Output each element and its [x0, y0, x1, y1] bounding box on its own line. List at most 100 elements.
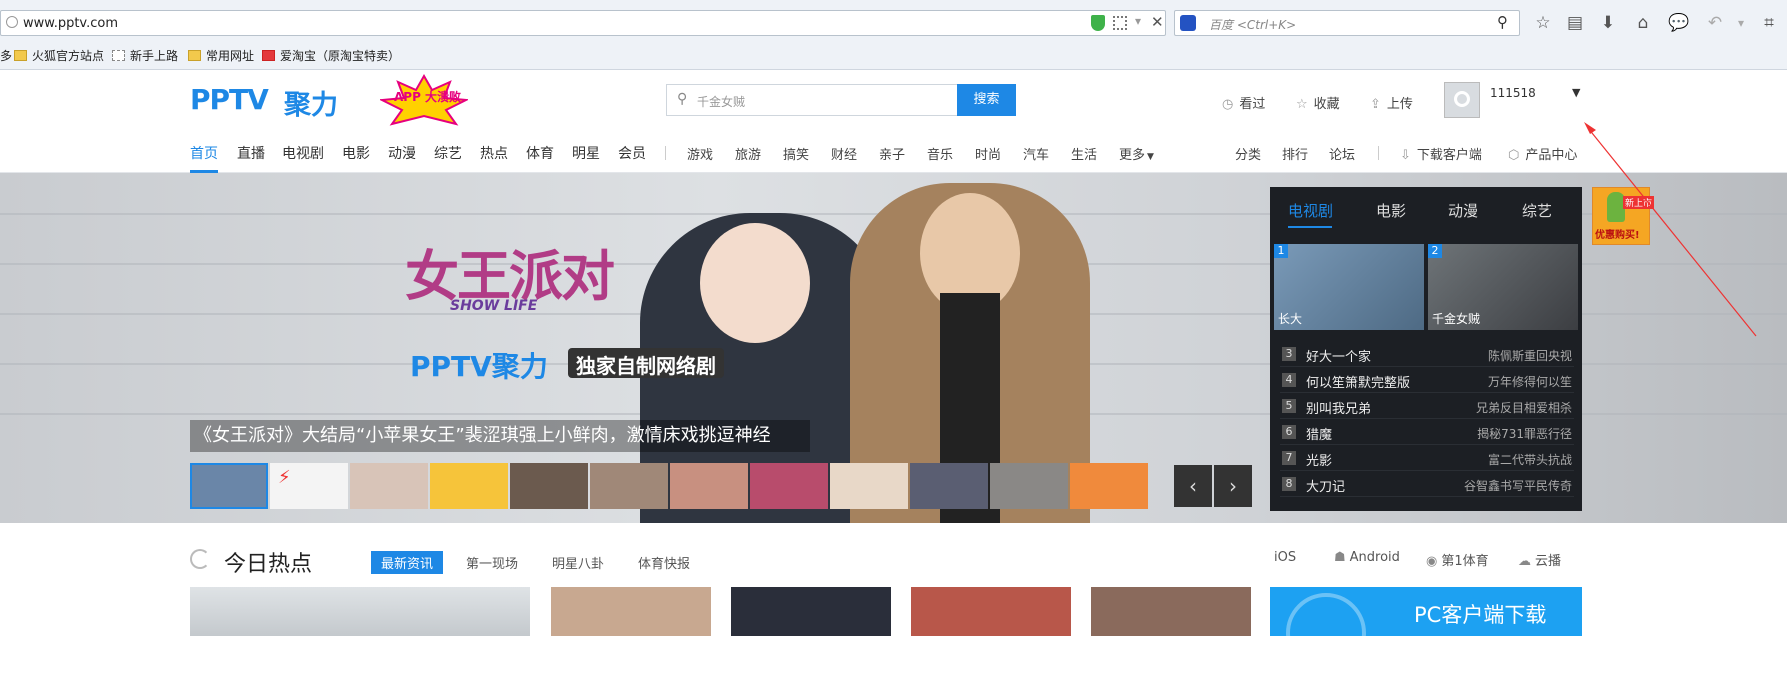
pc-download-banner[interactable]: PC客户端下载 [1270, 587, 1582, 673]
menu-dropdown-icon[interactable]: ▾ [1730, 12, 1752, 34]
news-card[interactable] [551, 587, 711, 636]
favorites-link[interactable]: ☆ 收藏 [1296, 93, 1340, 112]
nav-hot[interactable]: 热点 [480, 143, 508, 163]
banner-thumb[interactable] [670, 463, 748, 509]
username[interactable]: 111518 [1490, 86, 1536, 100]
news-card[interactable] [911, 587, 1071, 636]
next-arrow-icon[interactable]: › [1214, 465, 1252, 507]
prev-arrow-icon[interactable]: ‹ [1174, 465, 1212, 507]
platform-sports[interactable]: ◉ 第1体育 [1426, 550, 1489, 569]
chat-icon[interactable]: 💬 [1668, 12, 1690, 34]
news-card[interactable] [1091, 587, 1251, 636]
logo-subtitle[interactable]: 聚力 [284, 83, 338, 122]
nav-rankings[interactable]: 排行 [1282, 144, 1308, 163]
nav-funny[interactable]: 搞笑 [783, 144, 809, 163]
ranking-row[interactable]: 4 何以笙箫默完整版 万年修得何以笙 [1280, 369, 1574, 393]
ranking-row[interactable]: 8 大刀记 谷智鑫书写平民传奇 [1280, 473, 1574, 497]
ranking-row[interactable]: 3 好大一个家 陈佩斯重回央视 [1280, 343, 1574, 367]
nav-categories[interactable]: 分类 [1235, 144, 1261, 163]
baidu-icon[interactable] [1180, 15, 1196, 31]
nav-finance[interactable]: 财经 [831, 144, 857, 163]
ranking-row[interactable]: 6 猎魔 揭秘731罪恶行径 [1280, 421, 1574, 445]
qr-icon[interactable] [1113, 16, 1127, 30]
app-badge[interactable]: APP 大溃败 [378, 73, 470, 126]
hot-tab-gossip[interactable]: 明星八卦 [552, 553, 604, 572]
hot-tab-scene[interactable]: 第一现场 [466, 553, 518, 572]
user-menu-dropdown-icon[interactable]: ▼ [1572, 86, 1580, 99]
nav-games[interactable]: 游戏 [687, 144, 713, 163]
undo-icon[interactable]: ↶ [1704, 12, 1726, 34]
reading-list-icon[interactable]: ▤ [1564, 12, 1586, 34]
banner-thumb[interactable] [190, 463, 268, 509]
nav-anime[interactable]: 动漫 [388, 143, 416, 163]
home-icon[interactable]: ⌂ [1632, 12, 1654, 34]
bookmark-star-icon[interactable]: ☆ [1532, 12, 1554, 34]
bookmark-common-sites[interactable]: 常用网址 [188, 47, 254, 64]
avatar[interactable] [1444, 82, 1480, 118]
nav-more[interactable]: 更多 ▼ [1119, 144, 1154, 163]
hot-tab-latest[interactable]: 最新资讯 [371, 551, 444, 574]
pptv-logo[interactable]: PPTV [190, 83, 269, 116]
bookmark-overflow[interactable]: 多 [0, 47, 12, 64]
banner-thumb[interactable] [590, 463, 668, 509]
nav-stars[interactable]: 明星 [572, 143, 600, 163]
banner-thumb[interactable] [1070, 463, 1148, 509]
banner-thumb[interactable] [510, 463, 588, 509]
nav-sports[interactable]: 体育 [526, 143, 554, 163]
nav-parenting[interactable]: 亲子 [879, 144, 905, 163]
browser-search-box[interactable]: 百度 <Ctrl+K> ⚲ [1174, 10, 1520, 36]
hot-tab-sports[interactable]: 体育快报 [638, 553, 690, 572]
nav-fashion[interactable]: 时尚 [975, 144, 1001, 163]
nav-home[interactable]: 首页 [190, 143, 218, 163]
nav-download-client[interactable]: ⇩ 下载客户端 [1400, 144, 1482, 163]
shield-icon[interactable] [1091, 15, 1105, 31]
banner-thumb[interactable] [830, 463, 908, 509]
nav-forum[interactable]: 论坛 [1329, 144, 1355, 163]
banner-thumb[interactable] [750, 463, 828, 509]
crop-icon[interactable]: ⌗ [1758, 12, 1780, 34]
featured-item-2[interactable]: 2 千金女贼 [1428, 244, 1578, 330]
platform-ios[interactable]: iOS [1270, 550, 1296, 565]
nav-vip[interactable]: 会员 [618, 143, 646, 163]
bookmark-getting-started[interactable]: 新手上路 [112, 47, 178, 64]
banner-thumb[interactable] [430, 463, 508, 509]
search-button[interactable]: 搜索 [957, 84, 1016, 116]
dropdown-icon[interactable]: ▾ [1135, 14, 1141, 28]
nav-auto[interactable]: 汽车 [1023, 144, 1049, 163]
close-icon[interactable]: ✕ [1151, 13, 1164, 31]
nav-music[interactable]: 音乐 [927, 144, 953, 163]
nav-tv[interactable]: 电视剧 [282, 143, 324, 163]
upload-link[interactable]: ⇪ 上传 [1370, 93, 1413, 112]
platform-android[interactable]: ☗ Android [1334, 550, 1400, 565]
site-search-input[interactable]: ⚲ 千金女贼 [666, 84, 958, 116]
bookmark-taobao[interactable]: 爱淘宝（原淘宝特卖） [262, 47, 400, 64]
nav-movie[interactable]: 电影 [342, 143, 370, 163]
panel-tab-movie[interactable]: 电影 [1376, 200, 1406, 221]
download-icon[interactable]: ⬇ [1597, 12, 1619, 34]
favorites-label: 收藏 [1313, 97, 1340, 112]
nav-live[interactable]: 直播 [237, 143, 265, 163]
ranking-row[interactable]: 5 别叫我兄弟 兄弟反目相爱相杀 [1280, 395, 1574, 419]
nav-life[interactable]: 生活 [1071, 144, 1097, 163]
banner-thumb[interactable]: ⚡ [270, 463, 348, 509]
address-bar[interactable]: www.pptv.com ▾ ✕ [0, 10, 1166, 36]
banner-thumb[interactable] [910, 463, 988, 509]
panel-tab-anime[interactable]: 动漫 [1448, 200, 1478, 221]
panel-tab-tv[interactable]: 电视剧 [1288, 200, 1333, 221]
featured-item-1[interactable]: 1 长大 [1274, 244, 1424, 330]
folder-icon [14, 50, 27, 61]
banner-thumb[interactable] [990, 463, 1068, 509]
search-icon[interactable]: ⚲ [1497, 13, 1508, 31]
ranking-row[interactable]: 7 光影 富二代带头抗战 [1280, 447, 1574, 471]
nav-products[interactable]: ⬡ 产品中心 [1508, 144, 1577, 163]
bookmark-firefox-site[interactable]: 火狐官方站点 [14, 47, 104, 64]
panel-tab-variety[interactable]: 综艺 [1522, 200, 1552, 221]
platform-cloud[interactable]: ☁ 云播 [1518, 550, 1561, 569]
nav-travel[interactable]: 旅游 [735, 144, 761, 163]
banner-caption[interactable]: 《女王派对》大结局“小苹果女王”裴涩琪强上小鲜肉，激情床戏挑逗神经 [190, 420, 810, 452]
news-card[interactable] [731, 587, 891, 636]
banner-thumb[interactable] [350, 463, 428, 509]
history-link[interactable]: ◷ 看过 [1222, 93, 1265, 112]
nav-variety[interactable]: 综艺 [434, 143, 462, 163]
news-card[interactable] [190, 587, 530, 636]
